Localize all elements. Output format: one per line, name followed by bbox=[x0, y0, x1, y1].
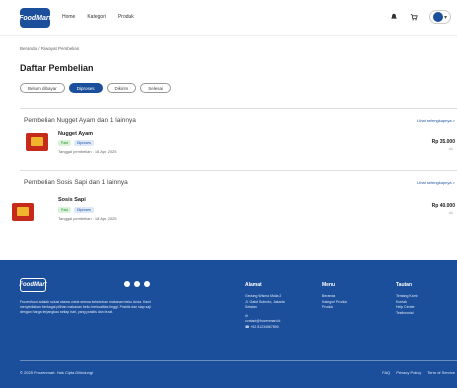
user-menu[interactable]: ▾ bbox=[428, 10, 451, 24]
footer: FoodMart Frozenfood adalah solusi utama … bbox=[0, 260, 457, 388]
address-line: Gedung Wisma Mulia 2 bbox=[245, 294, 282, 298]
footer-tautan: Tautan Tentang Kami Kontak Help Center T… bbox=[396, 282, 417, 316]
footer-heading: Tautan bbox=[396, 282, 413, 288]
footer-phone-number[interactable]: +62 81234567890 bbox=[250, 325, 278, 329]
order-date: Tanggal pembelian : 18 Apr 2025 bbox=[58, 216, 117, 221]
twitter-icon[interactable] bbox=[134, 281, 140, 287]
product-image bbox=[26, 133, 48, 151]
cart-icon[interactable] bbox=[409, 12, 419, 22]
product-image bbox=[12, 203, 34, 221]
footer-divider bbox=[20, 360, 457, 361]
order-card: Pembelian Sosis Sapi dan 1 lainnya Lihat… bbox=[12, 170, 457, 230]
nav-home[interactable]: Home bbox=[62, 14, 75, 20]
nav-kategori[interactable]: Kategori bbox=[87, 14, 106, 20]
header-actions: ▾ bbox=[389, 10, 451, 24]
logo-text: FoodMart bbox=[19, 14, 51, 22]
tab-dikirim[interactable]: Dikirim bbox=[106, 83, 137, 93]
footer-link-item[interactable]: Tentang Kami bbox=[396, 294, 417, 300]
terms-link[interactable]: Term of Service bbox=[427, 370, 455, 375]
footer-logo-text: FoodMart bbox=[19, 282, 47, 288]
status-badges: Paid Diproses bbox=[58, 140, 94, 146]
order-qty: x1 bbox=[449, 211, 453, 215]
footer-menu: Menu Beranda Kategori Produk Produk bbox=[322, 282, 347, 311]
privacy-link[interactable]: Privacy Policy bbox=[396, 370, 421, 375]
footer-heading: Alamat bbox=[245, 282, 262, 288]
page-title: Daftar Pembelian bbox=[20, 63, 94, 73]
status-badge: Diproses bbox=[74, 207, 94, 213]
footer-link-item[interactable]: Help Center bbox=[396, 305, 417, 311]
order-detail-link[interactable]: Lihat selengkapnya > bbox=[417, 118, 455, 123]
chevron-down-icon: ▾ bbox=[443, 14, 447, 21]
tab-belum-dibayar[interactable]: Belum dibayar bbox=[20, 83, 65, 93]
order-title: Pembelian Nugget Ayam dan 1 lainnya bbox=[24, 117, 136, 124]
status-badge: Paid bbox=[58, 207, 72, 213]
footer-heading: Menu bbox=[322, 282, 336, 288]
social-links bbox=[124, 281, 150, 287]
faq-link[interactable]: FAQ bbox=[382, 370, 390, 375]
youtube-icon[interactable] bbox=[144, 281, 150, 287]
status-badge: Diproses bbox=[74, 140, 94, 146]
tab-diproses[interactable]: Diproses bbox=[68, 83, 103, 93]
status-tabs: Belum dibayar Diproses Dikirim Selesai bbox=[20, 83, 172, 93]
footer-link-item[interactable]: Testimonial bbox=[396, 311, 417, 317]
footer-legal-links: FAQ Privacy Policy Term of Service bbox=[382, 370, 455, 375]
product-name: Sosis Sapi bbox=[58, 197, 86, 203]
nav-produk[interactable]: Produk bbox=[118, 14, 134, 20]
order-qty: x1 bbox=[449, 147, 453, 151]
order-price: Rp 35.000 bbox=[431, 139, 455, 145]
footer-menu-item[interactable]: Produk bbox=[322, 305, 347, 311]
tab-selesai[interactable]: Selesai bbox=[140, 83, 172, 93]
header: FoodMart Home Kategori Produk ▾ bbox=[0, 0, 457, 36]
notification-icon[interactable] bbox=[389, 12, 399, 22]
product-name: Nugget Ayam bbox=[58, 131, 94, 137]
order-date: Tanggal pembelian : 18 Apr 2025 bbox=[58, 149, 117, 154]
copyright: © 2025 Frozenmart. Hak Cipta Dilindungi bbox=[20, 370, 93, 375]
address-line: Selatan bbox=[245, 305, 257, 309]
footer-logo[interactable]: FoodMart bbox=[19, 278, 47, 292]
breadcrumb: Beranda / Riwayat Pembelian bbox=[20, 46, 80, 51]
footer-description: Frozenfood adalah solusi utama untuk sem… bbox=[20, 300, 151, 314]
order-price: Rp 40.000 bbox=[431, 203, 455, 209]
order-detail-link[interactable]: Lihat selengkapnya > bbox=[417, 180, 455, 185]
order-card: Pembelian Nugget Ayam dan 1 lainnya Liha… bbox=[20, 108, 457, 164]
instagram-icon[interactable] bbox=[124, 281, 130, 287]
footer-phone: ☎ +62 81234567890 bbox=[245, 325, 285, 331]
status-badge: Paid bbox=[58, 140, 72, 146]
avatar-icon bbox=[432, 12, 443, 22]
footer-alamat: Alamat Gedung Wisma Mulia 2 Jl. Gatot Su… bbox=[245, 282, 285, 330]
order-title: Pembelian Sosis Sapi dan 1 lainnya bbox=[24, 179, 128, 186]
brand-logo[interactable]: FoodMart bbox=[19, 8, 51, 28]
status-badges: Paid Diproses bbox=[58, 207, 94, 213]
main-nav: Home Kategori Produk bbox=[62, 14, 134, 20]
